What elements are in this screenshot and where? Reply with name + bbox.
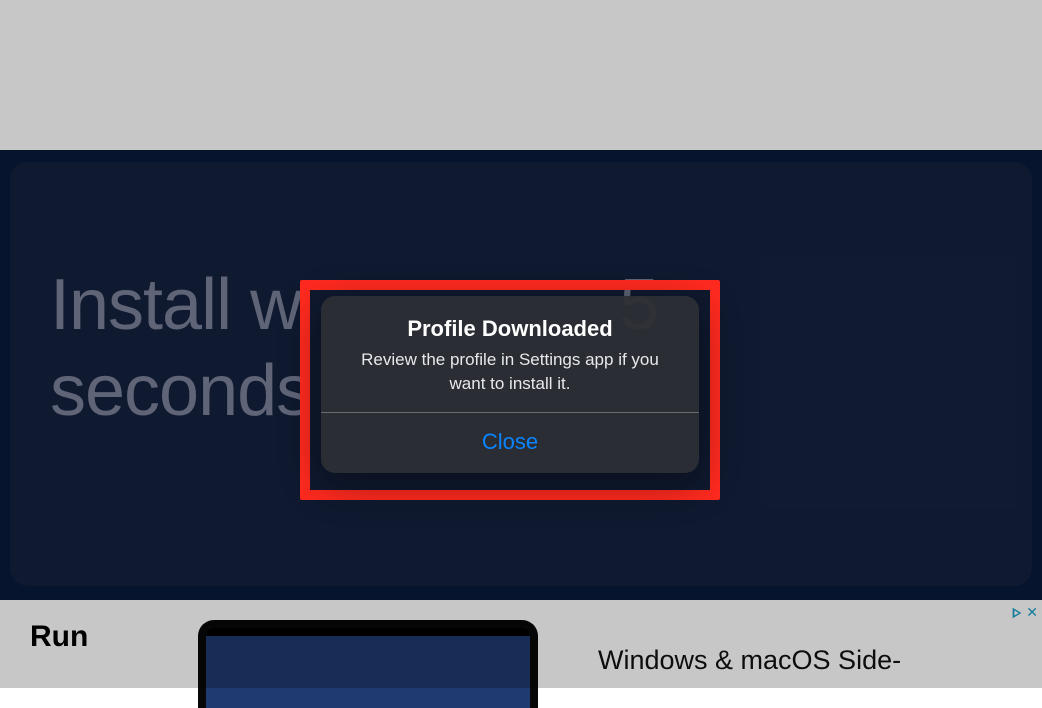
laptop-image (198, 620, 538, 708)
alert-body: Profile Downloaded Review the profile in… (321, 296, 699, 412)
alert-message: Review the profile in Settings app if yo… (341, 348, 679, 396)
adchoices-icon[interactable] (1010, 606, 1024, 620)
ad-marker: ✕ (1010, 604, 1038, 621)
ad-right-title: Windows & macOS Side- (598, 645, 901, 676)
profile-downloaded-alert: Profile Downloaded Review the profile in… (321, 296, 699, 473)
close-button[interactable]: Close (321, 413, 699, 473)
headline-part2: seconds (50, 351, 311, 431)
ad-banner: Run Windows & macOS Side- ✕ (0, 600, 1042, 688)
ad-left-title: Run (30, 620, 190, 654)
headline-part1: Install w (50, 265, 301, 345)
ad-close-icon[interactable]: ✕ (1026, 604, 1038, 621)
alert-title: Profile Downloaded (341, 316, 679, 342)
page-header-blank (0, 0, 1042, 150)
